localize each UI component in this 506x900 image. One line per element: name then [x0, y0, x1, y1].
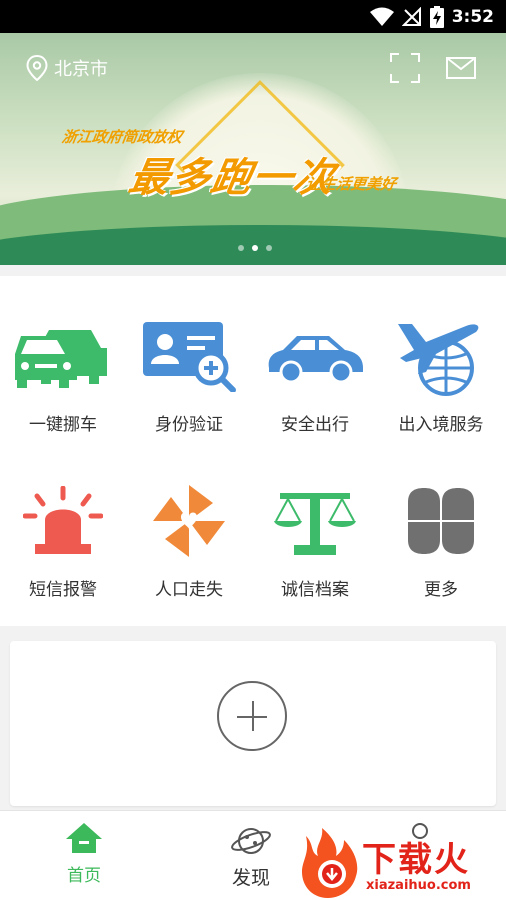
service-label: 身份验证 [155, 415, 223, 435]
nav-item-home[interactable]: 首页 [24, 811, 144, 900]
service-item-missing-person[interactable]: 人口走失 [126, 481, 252, 600]
service-item-immigration[interactable]: 出入境服务 [378, 316, 504, 435]
carousel-dot[interactable] [238, 245, 244, 251]
service-label: 一键挪车 [29, 415, 97, 435]
scan-icon[interactable] [390, 53, 420, 83]
nav-item-discover[interactable]: 发现 [191, 811, 311, 900]
location-selector[interactable]: 北京市 [26, 55, 108, 81]
service-label: 人口走失 [155, 580, 223, 600]
alarm-light-icon [23, 486, 103, 554]
airplane-globe-icon [398, 324, 479, 396]
service-item-credit-record[interactable]: 诚信档案 [252, 481, 378, 600]
add-circle-icon[interactable] [217, 681, 287, 751]
cars-icon [15, 330, 107, 388]
service-label: 更多 [424, 580, 458, 600]
service-label: 安全出行 [281, 415, 349, 435]
service-item-sms-alarm[interactable]: 短信报警 [0, 481, 126, 600]
service-item-more[interactable]: 更多 [378, 481, 504, 600]
banner-carousel[interactable]: 北京市 浙江政府简政放权 最多跑一次 让生活更美好 [0, 33, 506, 265]
status-bar: 3:52 [0, 0, 506, 33]
location-pin-icon [26, 55, 48, 81]
pinwheel-icon [153, 485, 225, 557]
add-widget-card [10, 641, 496, 806]
scale-icon [274, 493, 356, 555]
carousel-indicator [238, 245, 272, 251]
service-label: 出入境服务 [398, 415, 484, 435]
car-icon [268, 336, 363, 384]
mail-icon[interactable] [446, 57, 476, 79]
banner-subtitle-right: 让生活更美好 [304, 175, 398, 193]
no-signal-icon [401, 7, 421, 26]
watermark-url: xiazaihuo.com [366, 878, 471, 893]
service-item-move-car[interactable]: 一键挪车 [0, 316, 126, 435]
service-item-id-verify[interactable]: 身份验证 [126, 316, 252, 435]
service-grid: 一键挪车 身份验证 安全出行 出入境服务 短信报警 人口走失 诚信档案 更多 [0, 276, 506, 626]
id-card-search-icon [143, 322, 236, 392]
status-time: 3:52 [451, 7, 494, 27]
service-label: 诚信档案 [281, 580, 349, 600]
more-grid-icon [408, 488, 474, 554]
location-label: 北京市 [54, 59, 108, 80]
planet-icon [231, 828, 271, 854]
nav-label-home: 首页 [67, 866, 101, 886]
wifi-icon [369, 7, 394, 26]
home-icon [66, 823, 102, 853]
service-item-safe-travel[interactable]: 安全出行 [252, 316, 378, 435]
carousel-dot[interactable] [266, 245, 272, 251]
nav-label-discover: 发现 [231, 867, 270, 889]
watermark-brand: 下载火 [362, 840, 470, 880]
flame-logo-icon [302, 828, 358, 898]
banner-subtitle-left: 浙江政府简政放权 [60, 128, 184, 146]
battery-charging-icon [429, 6, 444, 28]
service-label: 短信报警 [29, 580, 97, 600]
watermark-logo: 下载火 xiazaihuo.com [300, 826, 506, 900]
carousel-dot-active[interactable] [252, 245, 258, 251]
